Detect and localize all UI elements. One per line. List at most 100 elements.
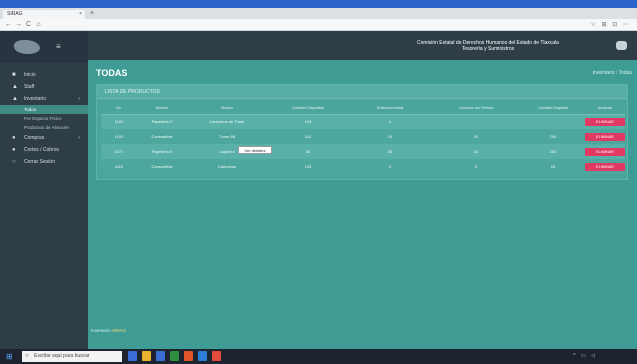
sidebar-item-label: Inventario <box>24 96 46 102</box>
page-title: TODAS <box>96 68 128 78</box>
menu-icon[interactable]: ≡ <box>56 42 61 51</box>
firefox-icon[interactable] <box>184 351 193 361</box>
delete-button[interactable]: ELIMINAR <box>585 117 625 126</box>
user-icon[interactable] <box>616 41 627 50</box>
url-field[interactable] <box>92 21 392 29</box>
system-tray[interactable]: ^ ▭ ◁ <box>573 353 597 359</box>
browser-tab[interactable]: SIRAG × <box>3 10 85 19</box>
column-header[interactable]: No. <box>101 103 137 115</box>
column-header[interactable]: Cantidad Disponible <box>267 103 349 115</box>
sidebar-item-inventario[interactable]: ▲ Inventario ‹ <box>0 93 88 105</box>
cell-existencia: 35 <box>349 144 431 159</box>
sidebar: ≡ ■ Inicio ▲ Staff ▲ Inventario ‹ Todos … <box>0 31 88 349</box>
browser-search-input[interactable] <box>430 21 550 29</box>
taskbar: ⊞ ○ Escribe aquí para buscar ^ ▭ ◁ <box>0 349 637 364</box>
cell-no: 1077 <box>101 144 137 159</box>
cell-sugerida: 200 <box>521 144 585 159</box>
sidebar-item-logout[interactable]: ○ Cerrar Sesión <box>0 156 88 168</box>
cell-modelo: Cartuchos <box>187 159 267 174</box>
taskbar-search-input[interactable]: ○ Escribe aquí para buscar <box>22 351 122 362</box>
table-row[interactable]: 1101 Consumible Tóner 88 110 15 15 200 E… <box>101 129 625 144</box>
edge-icon[interactable] <box>198 351 207 361</box>
store-icon[interactable] <box>156 351 165 361</box>
tooltip: Ver detalles <box>238 146 272 154</box>
cell-sugerida <box>521 114 585 129</box>
sidebar-item-cortes[interactable]: ● Cortes / Cobros <box>0 144 88 156</box>
column-header[interactable]: Consumo por Periodo <box>431 103 521 115</box>
cell-cantidad: 45 <box>267 144 349 159</box>
table-row[interactable]: 1077 Papelería 8 Lapicero 45 35 15 200 E… <box>101 144 625 159</box>
taskbar-search-text: Escribe aquí para buscar <box>34 353 90 359</box>
power-icon: ○ <box>12 159 16 165</box>
screen: SIRAG × + ← → C ⌂ ☆ ⊞ ⊡ ⋯ ≡ ■ Inicio ▲ S… <box>0 0 637 364</box>
delete-button[interactable]: ELIMINAR <box>585 132 625 141</box>
app-logo: ≡ <box>0 31 88 63</box>
browser-tab-strip: SIRAG × + <box>0 8 637 19</box>
cell-cantidad: 100 <box>267 114 349 129</box>
column-header[interactable]: Cantidad Sugerida <box>521 103 585 115</box>
cell-modelo: Cartuchos de Tóner <box>187 114 267 129</box>
delete-button[interactable]: ELIMINAR <box>585 162 625 171</box>
sidebar-subitem-almacen[interactable]: Productos de Almacén <box>0 123 88 132</box>
cell-consumo: 15 <box>431 129 521 144</box>
cell-consumo: 0 <box>431 159 521 174</box>
cell-cantidad: 120 <box>267 159 349 174</box>
close-icon[interactable]: × <box>79 10 82 19</box>
new-tab-button[interactable]: + <box>88 10 96 18</box>
chrome-icon[interactable] <box>212 351 221 361</box>
chevron-left-icon: ‹ <box>78 96 80 102</box>
table-row[interactable]: 1102 Papelería Y Cartuchos de Tóner 100 … <box>101 114 625 129</box>
cell-existencia: 0 <box>349 159 431 174</box>
cart-icon: ● <box>12 135 16 141</box>
inventory-icon: ▲ <box>12 96 18 102</box>
sidebar-item-compras[interactable]: ● Compras ‹ <box>0 132 88 144</box>
breadcrumb-link[interactable]: Inventario <box>593 70 615 76</box>
column-header[interactable]: Nombre <box>137 103 187 115</box>
cell-sugerida: 18 <box>521 159 585 174</box>
column-header[interactable]: Existencia Inicial <box>349 103 431 115</box>
cell-no: 1101 <box>101 129 137 144</box>
cell-actions: ELIMINAR <box>585 114 625 129</box>
file-explorer-icon[interactable] <box>142 351 151 361</box>
app-icon[interactable] <box>170 351 179 361</box>
home-icon[interactable]: ⌂ <box>34 20 43 30</box>
browser-toolbar-icons[interactable]: ☆ ⊞ ⊡ ⋯ <box>591 20 631 30</box>
search-icon: ○ <box>25 353 29 359</box>
back-icon[interactable]: ← <box>4 20 13 30</box>
cell-actions: ELIMINAR <box>585 129 625 144</box>
sidebar-subitem-todos[interactable]: Todos <box>0 105 88 114</box>
footer-link[interactable]: SIRAG <box>112 328 126 333</box>
taskview-icon[interactable] <box>128 351 137 361</box>
breadcrumb-separator: / <box>615 70 618 76</box>
cell-nombre: Papelería Y <box>137 114 187 129</box>
reload-icon[interactable]: C <box>24 20 33 30</box>
delete-button[interactable]: ELIMINAR <box>585 147 625 156</box>
browser-tab-label: SIRAG <box>7 11 23 17</box>
cell-no: 1113 <box>101 159 137 174</box>
windows-start-icon[interactable]: ⊞ <box>6 352 15 361</box>
forward-icon[interactable]: → <box>14 20 23 30</box>
sidebar-item-label: Staff <box>24 84 35 90</box>
cell-cantidad: 110 <box>267 129 349 144</box>
cell-modelo: Tóner 88 <box>187 129 267 144</box>
cell-existencia: 0 <box>349 114 431 129</box>
cell-consumo <box>431 114 521 129</box>
column-header[interactable]: Modelo <box>187 103 267 115</box>
os-title-bar <box>0 0 637 8</box>
cell-actions: ELIMINAR <box>585 159 625 174</box>
cell-no: 1102 <box>101 114 137 129</box>
table-header-row: No. Nombre Modelo Cantidad Disponible Ex… <box>101 103 625 115</box>
sidebar-subitem-espacio[interactable]: Por Espacio Físico <box>0 114 88 123</box>
footer-label: Inventario <box>91 328 111 333</box>
sidebar-item-inicio[interactable]: ■ Inicio <box>0 69 88 81</box>
panel-title: LISTA DE PRODUCTOS <box>97 85 627 99</box>
sidebar-item-label: Compras <box>24 135 45 141</box>
sidebar-item-label: Cerrar Sesión <box>24 159 55 165</box>
sidebar-item-label: Cortes / Cobros <box>24 147 60 153</box>
column-header: Acciones <box>585 103 625 115</box>
breadcrumb: Inventario / Todas <box>593 70 632 76</box>
sidebar-item-staff[interactable]: ▲ Staff <box>0 81 88 93</box>
table-row[interactable]: 1113 Consumible Cartuchos 120 0 0 18 ELI… <box>101 159 625 174</box>
cell-actions: ELIMINAR <box>585 144 625 159</box>
state-map-logo-icon <box>14 40 40 54</box>
